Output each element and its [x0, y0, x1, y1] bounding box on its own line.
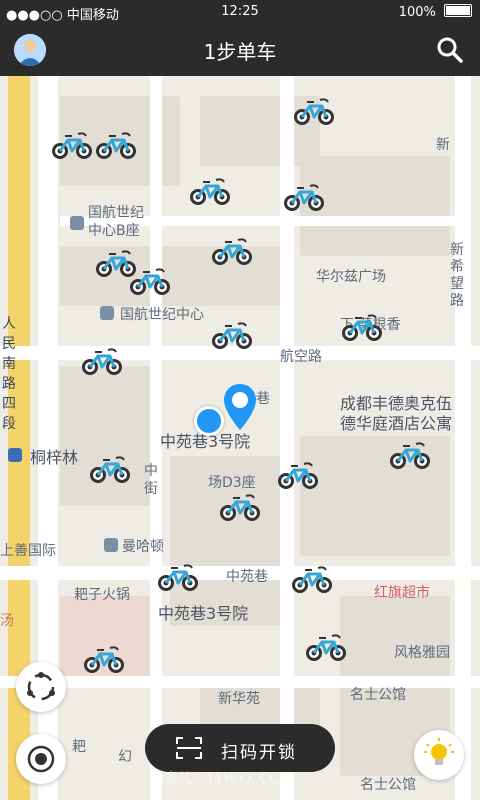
- watermark: 玩意儿 · 11WYX.CC: [150, 771, 280, 787]
- label-cbd-b: 国航世纪 中心B座: [88, 205, 144, 239]
- label-zhongyuan-xiang: 中苑巷: [226, 569, 268, 585]
- bike-icon[interactable]: [94, 130, 138, 160]
- battery-status: 100%: [399, 4, 472, 20]
- label-hangkong-road: 航空路: [280, 349, 322, 365]
- search-icon[interactable]: [436, 36, 464, 64]
- scan-unlock-button[interactable]: 扫码开锁: [145, 724, 335, 772]
- bike-icon[interactable]: [276, 460, 320, 490]
- label-bazi-hotpot: 耙子火锅: [74, 587, 130, 603]
- scan-unlock-label: 扫码开锁: [221, 743, 297, 763]
- recenter-icon[interactable]: [16, 734, 66, 784]
- map-view[interactable]: 国航世纪 中心B座 国航世纪中心 华尔兹广场 航空路 下 菜根香 成都丰德奥克伍…: [0, 76, 480, 800]
- building-icon: [70, 216, 84, 230]
- label-huan: 幻: [118, 749, 132, 765]
- scan-icon: [176, 737, 202, 759]
- label-shangshan: 上善国际: [0, 543, 56, 559]
- label-d3: 场D3座: [208, 475, 256, 491]
- metro-icon: [8, 448, 22, 462]
- label-zhong-jie: 中 街: [144, 463, 158, 497]
- label-mingshi-2: 名士公馆: [360, 777, 416, 793]
- page-title: 1步单车: [203, 40, 277, 64]
- label-mingshi-1: 名士公馆: [350, 687, 406, 703]
- top-nav: 1步单车: [0, 24, 480, 76]
- bike-icon[interactable]: [304, 632, 348, 662]
- bike-icon[interactable]: [80, 346, 124, 376]
- refresh-icon[interactable]: [16, 662, 66, 712]
- label-cbd: 国航世纪中心: [120, 307, 204, 323]
- bike-icon[interactable]: [218, 492, 262, 522]
- bike-icon[interactable]: [82, 644, 126, 674]
- bike-icon[interactable]: [210, 320, 254, 350]
- status-bar: ●●●○○ 中国移动 12:25 100%: [0, 0, 480, 24]
- bike-icon[interactable]: [210, 236, 254, 266]
- bike-icon[interactable]: [340, 312, 384, 342]
- label-ba: 耙: [72, 739, 86, 755]
- battery-percent: 100%: [398, 5, 436, 20]
- bike-icon[interactable]: [156, 562, 200, 592]
- location-pin-icon[interactable]: [222, 382, 258, 432]
- building-icon: [104, 538, 118, 552]
- bike-icon[interactable]: [282, 182, 326, 212]
- battery-icon: [444, 4, 472, 17]
- label-manhadun: 曼哈顿: [122, 539, 164, 555]
- bike-icon[interactable]: [128, 266, 172, 296]
- label-xinxi-road: 新 希 望 路: [450, 242, 464, 309]
- label-fengge: 风格雅园: [394, 645, 450, 661]
- user-location-icon: [194, 406, 224, 436]
- label-xinhuayuan: 新华苑: [218, 691, 260, 707]
- label-tongzilin: 桐梓林: [30, 448, 79, 467]
- bike-icon[interactable]: [388, 440, 432, 470]
- building-icon: [100, 306, 114, 320]
- label-hongqi: 红旗超市: [374, 585, 430, 601]
- label-xiang: 巷: [256, 391, 270, 407]
- label-tang: 汤: [0, 613, 14, 629]
- bike-icon[interactable]: [188, 176, 232, 206]
- label-chengdu-hotel: 成都丰德奥克伍 德华庭酒店公寓: [340, 394, 453, 433]
- bike-icon[interactable]: [290, 564, 334, 594]
- label-xin: 新: [436, 137, 450, 153]
- bike-icon[interactable]: [88, 454, 132, 484]
- label-zhongyuan-2: 中苑巷3号院: [158, 604, 249, 623]
- label-renmin-road: 人 民 南 路 四 段: [2, 316, 16, 432]
- bike-icon[interactable]: [50, 130, 94, 160]
- label-huaerzi: 华尔兹广场: [316, 269, 386, 285]
- lightbulb-icon[interactable]: [414, 730, 464, 780]
- bike-icon[interactable]: [292, 96, 336, 126]
